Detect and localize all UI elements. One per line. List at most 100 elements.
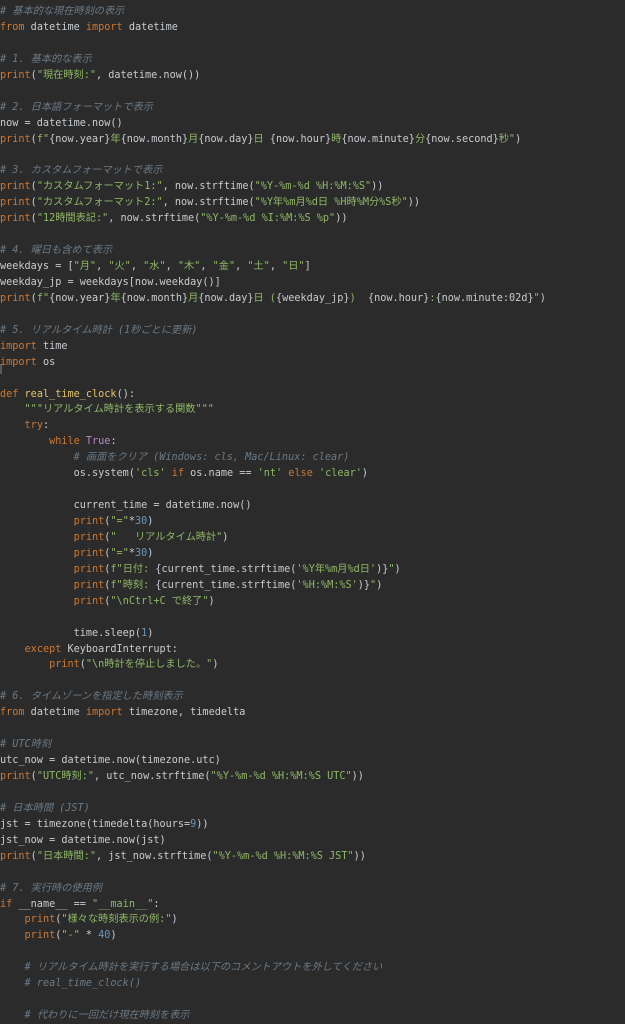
code-line[interactable]: now = datetime.now() bbox=[0, 116, 625, 132]
code-token-keyword: import bbox=[85, 21, 123, 33]
code-token-comment: # リアルタイム時計を実行する場合は以下のコメントアウトを外してください bbox=[24, 962, 383, 974]
code-line[interactable]: try: bbox=[0, 418, 625, 434]
code-line[interactable]: except KeyboardInterrupt: bbox=[0, 642, 625, 658]
code-token-comment: # 1. 基本的な表示 bbox=[0, 53, 92, 65]
code-line[interactable]: print("="*30) bbox=[0, 546, 625, 562]
code-token-keyword: else bbox=[282, 468, 319, 480]
code-line[interactable] bbox=[0, 992, 625, 1008]
code-token-code-text: ] bbox=[304, 261, 311, 272]
code-token-comment: # 7. 実行時の使用例 bbox=[0, 882, 102, 894]
code-token-string: "%Y-%m-%d %I:%M:%S %p" bbox=[200, 213, 336, 225]
code-line[interactable]: # 画面をクリア (Windows: cls, Mac/Linux: clear… bbox=[0, 450, 625, 466]
code-line[interactable]: # 3. カスタムフォーマットで表示 bbox=[0, 163, 625, 179]
code-token-code-text: , utc_now.strftime( bbox=[94, 771, 211, 782]
code-line[interactable]: # リアルタイム時計を実行する場合は以下のコメントアウトを外してください bbox=[0, 960, 625, 976]
code-line[interactable] bbox=[0, 721, 625, 737]
code-token-keyword: while bbox=[49, 436, 86, 448]
code-token-code-text bbox=[0, 1010, 25, 1021]
code-line[interactable]: print("様々な時刻表示の例:") bbox=[0, 912, 625, 928]
code-line[interactable]: print("\n時計を停止しました。") bbox=[0, 657, 625, 673]
code-token-code-text bbox=[0, 978, 25, 989]
code-line[interactable]: weekday_jp = weekdays[now.weekday()] bbox=[0, 275, 625, 291]
code-line[interactable]: # 5. リアルタイム時計 (1秒ごとに更新) bbox=[0, 323, 625, 339]
code-token-code-text: ) bbox=[212, 659, 219, 671]
code-line[interactable]: print("現在時刻:", datetime.now()) bbox=[0, 68, 625, 84]
code-line[interactable]: from datetime import timezone, timedelta bbox=[0, 705, 625, 721]
code-line[interactable] bbox=[0, 865, 625, 881]
code-line[interactable] bbox=[0, 673, 625, 689]
code-line[interactable] bbox=[0, 610, 625, 626]
code-token-code-text: , datetime.now()) bbox=[95, 69, 201, 81]
code-line[interactable] bbox=[0, 227, 625, 243]
code-line[interactable]: print(f"{now.year}年{now.month}月{now.day}… bbox=[0, 132, 625, 148]
code-line[interactable]: while True: bbox=[0, 434, 625, 450]
code-line[interactable] bbox=[0, 36, 625, 52]
code-line[interactable]: print("カスタムフォーマット1:", now.strftime("%Y-%… bbox=[0, 179, 625, 195]
code-token-code-text: datetime bbox=[24, 21, 86, 33]
code-line[interactable]: print(f"{now.year}年{now.month}月{now.day}… bbox=[0, 291, 625, 307]
code-line[interactable]: import time bbox=[0, 339, 625, 355]
code-line[interactable]: print(" リアルタイム時計") bbox=[0, 530, 625, 546]
code-line[interactable]: print("\nCtrl+C で終了") bbox=[0, 594, 625, 610]
code-token-code-text: timezone, timedelta bbox=[122, 707, 246, 719]
code-line[interactable]: jst = timezone(timedelta(hours=9)) bbox=[0, 817, 625, 833]
code-token-code-text bbox=[0, 436, 49, 447]
code-line[interactable]: jst_now = datetime.now(jst) bbox=[0, 833, 625, 849]
code-line[interactable]: # 7. 実行時の使用例 bbox=[0, 881, 625, 897]
code-line[interactable] bbox=[0, 371, 625, 387]
code-line[interactable]: print("カスタムフォーマット2:", now.strftime("%Y年%… bbox=[0, 195, 625, 211]
code-line[interactable]: def real_time_clock(): bbox=[0, 387, 625, 403]
code-line[interactable] bbox=[0, 482, 625, 498]
code-line[interactable]: # 基本的な現在時刻の表示 bbox=[0, 4, 625, 20]
code-editor[interactable]: # 基本的な現在時刻の表示 from datetime import dateti… bbox=[0, 0, 625, 1024]
code-line[interactable] bbox=[0, 785, 625, 801]
code-area[interactable]: # 基本的な現在時刻の表示 from datetime import dateti… bbox=[0, 4, 625, 1024]
code-line[interactable]: # UTC時刻 bbox=[0, 737, 625, 753]
code-token-comment: # 2. 日本語フォーマットで表示 bbox=[0, 101, 153, 113]
code-token-code-text: current_time = datetime.now() bbox=[0, 500, 252, 512]
code-line[interactable]: """リアルタイム時計を表示する関数""" bbox=[0, 402, 625, 418]
code-line[interactable]: print("12時間表記:", now.strftime("%Y-%m-%d … bbox=[0, 211, 625, 227]
code-line[interactable]: print(f"日付: {current_time.strftime('%Y年%… bbox=[0, 562, 625, 578]
code-line[interactable]: import os bbox=[0, 355, 625, 371]
code-line[interactable]: print("日本時間:", jst_now.strftime("%Y-%m-%… bbox=[0, 849, 625, 865]
code-line[interactable] bbox=[0, 944, 625, 960]
code-token-string: "様々な時刻表示の例:" bbox=[61, 914, 172, 926]
code-token-code-text bbox=[0, 420, 25, 431]
code-token-string: "=" bbox=[110, 547, 129, 559]
code-line[interactable]: print("-" * 40) bbox=[0, 928, 625, 944]
code-line[interactable]: # 代わりに一回だけ現在時刻を表示 bbox=[0, 1008, 625, 1024]
code-line[interactable]: print("="*30) bbox=[0, 514, 625, 530]
code-token-comment: # 5. リアルタイム時計 (1秒ごとに更新) bbox=[0, 324, 198, 336]
code-line[interactable]: print("UTC時刻:", utc_now.strftime("%Y-%m-… bbox=[0, 769, 625, 785]
code-token-keyword: except bbox=[24, 643, 68, 655]
code-line[interactable] bbox=[0, 147, 625, 163]
code-token-string: f"日付: bbox=[110, 563, 156, 575]
code-line[interactable]: current_time = datetime.now() bbox=[0, 498, 625, 514]
code-line[interactable]: from datetime import datetime bbox=[0, 20, 625, 36]
code-token-string: 時 bbox=[331, 133, 342, 145]
code-line[interactable]: # 日本時間 (JST) bbox=[0, 801, 625, 817]
code-token-string: "12時間表記:" bbox=[36, 213, 109, 225]
code-line[interactable]: # 1. 基本的な表示 bbox=[0, 52, 625, 68]
code-token-code-text bbox=[0, 644, 25, 655]
code-token-string: "日" bbox=[282, 261, 305, 272]
code-token-comment: # 日本時間 (JST) bbox=[0, 802, 90, 814]
code-token-code-text: ) bbox=[147, 547, 154, 559]
code-line[interactable]: # 4. 曜日も含めて表示 bbox=[0, 243, 625, 259]
code-line[interactable] bbox=[0, 307, 625, 323]
code-line[interactable]: time.sleep(1) bbox=[0, 626, 625, 642]
code-token-code-text: {current_time.strftime( bbox=[155, 579, 297, 591]
code-line[interactable]: # 6. タイムゾーンを指定した時刻表示 bbox=[0, 689, 625, 705]
code-line[interactable]: if __name__ == "__main__": bbox=[0, 897, 625, 913]
code-line[interactable]: utc_now = datetime.now(timezone.utc) bbox=[0, 753, 625, 769]
code-token-code-text: , now.strftime( bbox=[108, 213, 201, 225]
code-token-comment: # UTC時刻 bbox=[0, 739, 52, 751]
code-line[interactable]: os.system('cls' if os.name == 'nt' else … bbox=[0, 466, 625, 482]
code-line[interactable]: # 2. 日本語フォーマットで表示 bbox=[0, 100, 625, 116]
code-line[interactable]: print(f"時刻: {current_time.strftime('%H:%… bbox=[0, 578, 625, 594]
code-line[interactable]: # real_time_clock() bbox=[0, 976, 625, 992]
code-line[interactable] bbox=[0, 84, 625, 100]
code-line[interactable]: weekdays = ["月", "火", "水", "木", "金", "土"… bbox=[0, 259, 625, 275]
code-token-code-text: time bbox=[36, 340, 68, 352]
